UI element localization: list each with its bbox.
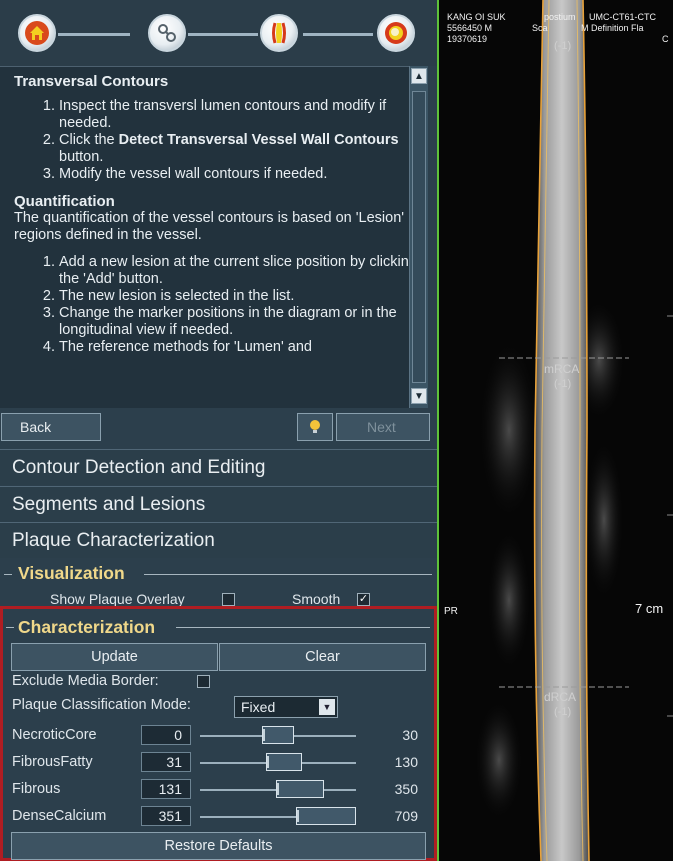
fibrous-fatty-min-input[interactable]: 31 — [141, 752, 191, 772]
tissue-shadow — [584, 440, 624, 600]
list-item-text: button. — [59, 149, 104, 165]
classification-mode-value: Fixed — [241, 699, 276, 715]
dense-calcium-min-input[interactable]: 351 — [141, 806, 191, 826]
orientation-label: PR — [444, 606, 458, 617]
workflow-connector — [188, 33, 258, 36]
group-divider — [176, 627, 430, 628]
necrotic-core-max: 30 — [402, 727, 418, 743]
necrotic-core-slider-thumb[interactable] — [262, 726, 294, 744]
dense-calcium-label: DenseCalcium — [12, 808, 107, 824]
exclude-media-border-label: Exclude Media Border: — [12, 673, 159, 689]
instructions-scrollbar[interactable]: ▲ ▼ — [409, 66, 428, 408]
patient-id: 5566450 M — [447, 23, 493, 33]
segment-label: (-1) — [554, 378, 572, 390]
vessel-contour-step-button[interactable] — [260, 14, 298, 52]
cross-section-icon — [385, 22, 407, 44]
quantification-text: The quantification of the vessel contour… — [14, 210, 405, 243]
classification-mode-select[interactable]: Fixed ▼ — [234, 696, 338, 718]
fibrous-max: 350 — [394, 781, 418, 797]
clear-button[interactable]: Clear — [219, 643, 426, 671]
fibrous-min-input[interactable]: 131 — [141, 779, 191, 799]
vessel-contour-icon — [272, 22, 286, 44]
list-item: Inspect the transversl lumen contours an… — [59, 98, 420, 132]
hint-button[interactable] — [297, 413, 333, 441]
smooth-label: Smooth — [292, 591, 341, 607]
list-item-text: Click the — [59, 132, 119, 148]
quantification-steps-list: Add a new lesion at the current slice po… — [59, 254, 420, 356]
lightbulb-icon — [310, 420, 320, 433]
scale-label: 7 cm — [635, 601, 664, 616]
fibrous-fatty-slider-thumb[interactable] — [266, 753, 302, 771]
longitudinal-view[interactable]: KANG OI SUK 5566450 M 19370619 postium U… — [437, 0, 673, 861]
segments-lesions-section[interactable]: Segments and Lesions — [0, 486, 437, 522]
dense-calcium-max: 709 — [394, 808, 418, 824]
segment-label-drca: dRCA — [544, 690, 577, 704]
show-plaque-overlay-label: Show Plaque Overlay — [50, 591, 185, 607]
vessel-path-icon — [158, 24, 176, 42]
fibrous-fatty-label: FibrousFatty — [12, 754, 93, 770]
list-item: Click the Detect Transversal Vessel Wall… — [59, 132, 420, 166]
series-info: postium — [544, 12, 576, 22]
cross-section-step-button[interactable] — [377, 14, 415, 52]
visualization-title: Visualization — [18, 563, 125, 583]
segment-label: (-1) — [554, 706, 572, 718]
show-plaque-overlay-checkbox[interactable] — [222, 593, 235, 606]
vessel-path-step-button[interactable] — [148, 14, 186, 52]
list-item: Add a new lesion at the current slice po… — [59, 254, 420, 288]
list-item: The new lesion is selected in the list. — [59, 288, 420, 305]
institution-info: UMC-CT61-CTC — [589, 12, 656, 22]
fibrous-fatty-max: 130 — [394, 754, 418, 770]
segment-label-mrca: mRCA — [544, 362, 580, 376]
scroll-down-icon[interactable]: ▼ — [411, 388, 427, 404]
list-item: The reference methods for 'Lumen' and — [59, 339, 420, 356]
workflow-connector — [58, 33, 130, 36]
protocol-info: M Definition Fla — [581, 23, 644, 33]
update-button[interactable]: Update — [11, 643, 218, 671]
patient-dob: 19370619 — [447, 34, 488, 44]
scroll-up-icon[interactable]: ▲ — [411, 68, 427, 84]
restore-defaults-button[interactable]: Restore Defaults — [11, 832, 426, 860]
necrotic-core-label: NecroticCore — [12, 727, 97, 743]
chevron-down-icon[interactable]: ▼ — [319, 699, 335, 715]
instructions-panel: Transversal Contours Inspect the transve… — [0, 66, 428, 408]
transversal-steps-list: Inspect the transversl lumen contours an… — [59, 98, 420, 183]
transversal-contours-heading: Transversal Contours — [14, 73, 169, 90]
plaque-characterization-section[interactable]: Plaque Characterization — [0, 522, 437, 558]
home-icon — [25, 21, 49, 45]
workflow-connector — [303, 33, 373, 36]
workflow-panel: Transversal Contours Inspect the transve… — [0, 0, 437, 861]
series-info: Sca — [532, 23, 548, 33]
workflow-steps — [0, 0, 437, 66]
list-item-emphasis: Detect Transversal Vessel Wall Contours — [118, 132, 399, 148]
group-divider — [6, 627, 14, 628]
list-item: Change the marker positions in the diagr… — [59, 305, 420, 339]
fibrous-slider-thumb[interactable] — [276, 780, 324, 798]
quantification-heading: Quantification — [14, 193, 115, 210]
series-info: C — [662, 34, 669, 44]
smooth-checkbox[interactable]: ✓ — [357, 593, 370, 606]
necrotic-core-min-input[interactable]: 0 — [141, 725, 191, 745]
group-divider — [144, 574, 432, 575]
segment-label: (-1) — [554, 40, 572, 52]
scrollbar-thumb[interactable] — [412, 91, 426, 383]
fibrous-label: Fibrous — [12, 781, 61, 797]
dense-calcium-slider-thumb[interactable] — [296, 807, 356, 825]
next-button[interactable]: Next — [336, 413, 430, 441]
back-button[interactable]: Back — [1, 413, 101, 441]
tissue-shadow — [487, 530, 531, 670]
patient-name: KANG OI SUK — [447, 12, 506, 22]
tissue-shadow — [475, 700, 523, 820]
navigation-bar: Back Next — [0, 410, 437, 442]
exclude-media-border-checkbox[interactable] — [197, 675, 210, 688]
home-step-button[interactable] — [18, 14, 56, 52]
characterization-title: Characterization — [18, 617, 156, 637]
list-item: Modify the vessel wall contours if neede… — [59, 166, 420, 183]
classification-mode-label: Plaque Classification Mode: — [12, 697, 191, 713]
tissue-shadow — [479, 340, 539, 520]
vessel-image — [439, 0, 673, 861]
contour-detection-section[interactable]: Contour Detection and Editing — [0, 449, 437, 485]
group-divider — [4, 574, 12, 575]
